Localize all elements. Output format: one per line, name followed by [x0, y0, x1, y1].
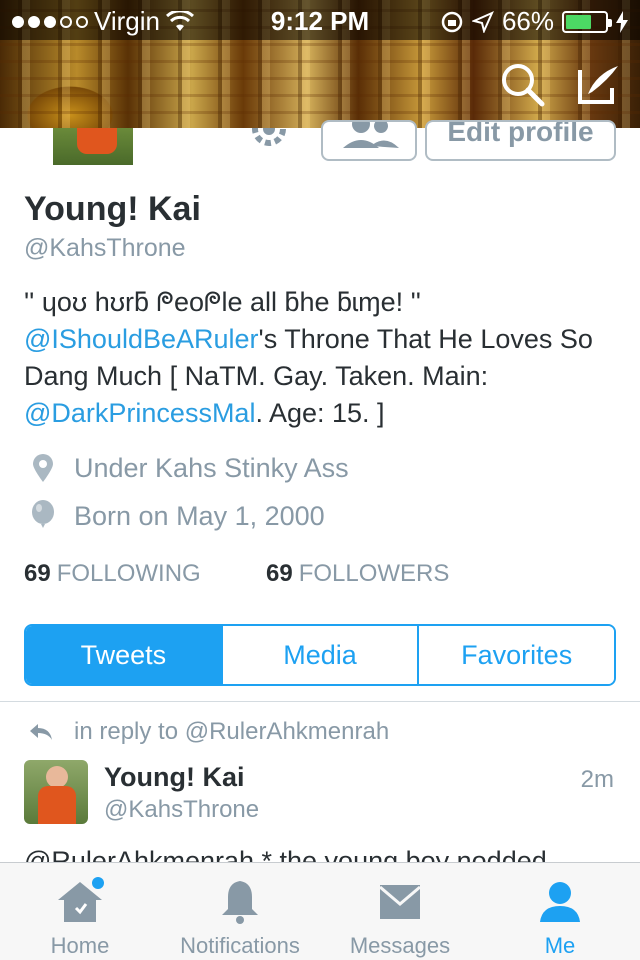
follow-stats: 69 FOLLOWING 69 FOLLOWERS: [24, 560, 449, 588]
followers-count: 69: [266, 560, 293, 587]
location-pin-icon: [30, 452, 56, 484]
profile-header-banner: Virgin 9:12 PM 66%: [0, 0, 640, 128]
profile-name: Young! Kai: [24, 190, 201, 228]
status-bar: Virgin 9:12 PM 66%: [0, 0, 640, 40]
battery-icon: [562, 10, 612, 33]
in-reply-to[interactable]: in reply to @RulerAhkmenrah: [28, 718, 389, 746]
notifications-label: Notifications: [180, 933, 300, 958]
tweet-author-handle: @KahsThrone: [104, 796, 260, 823]
home-label: Home: [50, 933, 110, 958]
home-icon: [54, 877, 106, 927]
birthday-row: Born on May 1, 2000: [30, 500, 325, 532]
location-row: Under Kahs Stinky Ass: [30, 452, 349, 484]
tweet-avatar[interactable]: [24, 760, 88, 824]
status-right: 66%: [440, 6, 628, 37]
battery-fill: [566, 14, 592, 29]
search-button[interactable]: [498, 60, 546, 108]
bell-icon: [214, 877, 266, 927]
battery-percent: 66%: [501, 6, 554, 36]
compose-tweet-button[interactable]: [574, 60, 622, 108]
settings-button[interactable]: [246, 128, 292, 152]
location-arrow-icon: [471, 10, 494, 33]
reply-arrow-icon: [30, 724, 52, 740]
tabbar-me[interactable]: Me: [480, 863, 640, 960]
edit-profile-button[interactable]: Edit profile: [425, 120, 616, 161]
envelope-icon: [374, 877, 426, 927]
tweet-timestamp: 2m: [580, 766, 614, 793]
edit-profile-label: Edit profile: [447, 120, 594, 147]
charging-bolt-icon: [616, 10, 628, 33]
avatar-head: [46, 766, 68, 788]
following-count: 69: [24, 560, 51, 587]
bio-body: @IShouldBeARuler's Throne That He Loves …: [24, 321, 620, 432]
messages-label: Messages: [349, 933, 451, 958]
profile-tabs: Tweets Media Favorites: [24, 624, 616, 686]
tabbar-home[interactable]: Home: [0, 863, 160, 960]
search-icon: [502, 64, 545, 107]
profile-bio: '' ɥoʊ hʊrƃ ᖘeoᖘle all ƃhe ƃɩɱe! '' @ISh…: [24, 284, 620, 432]
gear-icon: [252, 128, 286, 146]
bio-text: . Age: 15. ]: [255, 398, 385, 428]
bio-line-1: '' ɥoʊ hʊrƃ ᖘeoᖘle all ƃhe ƃɩɱe! '': [24, 287, 421, 317]
tabbar-messages[interactable]: Messages: [320, 863, 480, 960]
rotation-lock-icon: [441, 11, 463, 32]
tweet-body-clip: @RulerAhkmenrah * the young boy nodded: [24, 842, 624, 862]
balloon-icon: [30, 500, 56, 532]
compose-tweet-icon: [578, 66, 618, 104]
me-label: Me: [544, 933, 576, 958]
people-button[interactable]: [321, 120, 417, 161]
bottom-tab-bar: Home Notifications Messages Me: [0, 862, 640, 960]
following-stat[interactable]: 69 FOLLOWING: [24, 560, 266, 588]
tab-tweets[interactable]: Tweets: [26, 626, 221, 684]
person-icon: [534, 877, 586, 927]
tweet-author-name[interactable]: Young! Kai: [104, 762, 244, 793]
bio-mention-link[interactable]: @DarkPrincessMal: [24, 398, 255, 428]
reply-to-text: in reply to @RulerAhkmenrah: [74, 718, 390, 745]
section-divider: [0, 701, 640, 702]
location-text: Under Kahs Stinky Ass: [74, 452, 349, 483]
followers-label: FOLLOWERS: [298, 560, 450, 587]
birthday-text: Born on May 1, 2000: [74, 500, 325, 531]
tweet-text[interactable]: @RulerAhkmenrah * the young boy nodded: [24, 846, 624, 862]
profile-handle: @KahsThrone: [24, 234, 186, 262]
tab-media[interactable]: Media: [220, 626, 418, 684]
avatar-body: [38, 786, 76, 824]
avatar-shirt: [77, 128, 117, 154]
bio-mention-link[interactable]: @IShouldBeARuler: [24, 324, 259, 354]
following-label: FOLLOWING: [56, 560, 201, 587]
tab-favorites[interactable]: Favorites: [417, 626, 614, 684]
avatar[interactable]: [50, 128, 136, 168]
tabbar-notifications[interactable]: Notifications: [160, 863, 320, 960]
followers-stat[interactable]: 69 FOLLOWERS: [266, 560, 449, 588]
people-icon: [343, 122, 399, 148]
home-new-dot: [92, 877, 104, 889]
